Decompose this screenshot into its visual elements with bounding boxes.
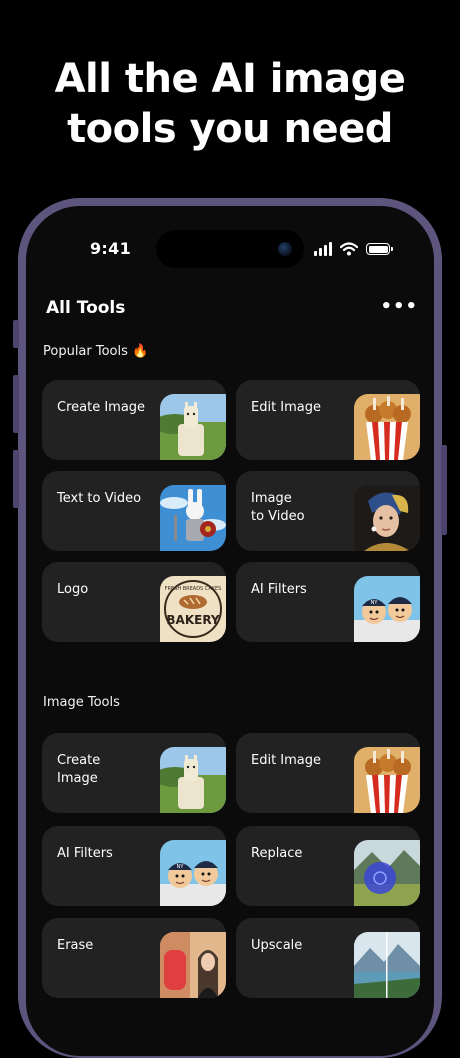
tool-card-upscale[interactable]: Upscale [236,918,420,998]
headline: All the AI image tools you need [0,54,460,154]
wifi-icon [340,242,358,256]
camera-icon [278,242,292,256]
tool-card-create-image[interactable]: Create Image [42,733,226,813]
card-label: Create Image [57,400,146,415]
card-label: Image to Video [251,491,305,524]
card-label: AI Filters [57,846,113,861]
status-icons [314,240,393,258]
bakery-logo-image: FRESH BREADS CAKES BAKERY [160,576,226,642]
cartoon-baseball-image: NY [160,840,226,906]
rabbit-knight-image [160,485,226,551]
svg-text:FRESH BREADS CAKES: FRESH BREADS CAKES [165,586,222,592]
tool-card-logo[interactable]: Logo FRESH BREADS CAKES BAKERY [42,562,226,642]
alpaca-image [160,747,226,813]
fried-chicken-bucket-image [354,394,420,460]
battery-icon [366,243,393,255]
cartoon-baseball-image: NY [354,576,420,642]
headline-line-2: tools you need [67,106,393,152]
alpaca-image [160,394,226,460]
phone-power-button [441,445,447,535]
card-label: Edit Image [251,400,322,415]
fried-chicken-bucket-image [354,747,420,813]
headline-line-1: All the AI image [54,56,406,102]
card-label: Logo [57,582,89,597]
phone-volume-down-button [13,450,19,508]
phone-mute-switch [13,320,19,348]
tool-card-edit-image[interactable]: Edit Image [236,380,420,460]
mountain-lake-image [354,932,420,998]
page-title: All Tools [46,298,126,318]
tool-card-text-to-video[interactable]: Text to Video [42,471,226,551]
tool-card-ai-filters[interactable]: AI Filters NY [236,562,420,642]
svg-text:BAKERY: BAKERY [166,613,220,627]
svg-text:NY: NY [177,864,185,870]
phone-volume-up-button [13,375,19,433]
pearl-earring-portrait-image [354,485,420,551]
tool-card-replace[interactable]: Replace [236,826,420,906]
card-label: AI Filters [251,582,307,597]
dynamic-island [156,230,304,268]
tool-card-edit-image[interactable]: Edit Image [236,733,420,813]
tool-card-ai-filters[interactable]: AI Filters NY [42,826,226,906]
svg-text:NY: NY [371,600,379,606]
status-time: 9:41 [90,239,131,258]
phone-screen: 9:41 All Tools ••• Popular Tools 🔥 Creat… [26,206,434,1056]
card-label: Replace [251,846,303,861]
tool-card-image-to-video[interactable]: Image to Video [236,471,420,551]
more-options-icon[interactable]: ••• [380,296,418,317]
card-label: Erase [57,938,94,953]
card-label: Edit Image [251,753,322,768]
section-title-image-tools: Image Tools [43,695,120,710]
tool-card-create-image[interactable]: Create Image [42,380,226,460]
card-label: Text to Video [57,491,142,506]
tool-card-erase[interactable]: Erase [42,918,226,998]
erase-portrait-image [160,932,226,998]
landscape-replace-image [354,840,420,906]
section-title-popular-tools: Popular Tools 🔥 [43,344,149,359]
cellular-signal-icon [314,242,332,256]
card-label: Create Image [57,753,101,786]
card-label: Upscale [251,938,303,953]
